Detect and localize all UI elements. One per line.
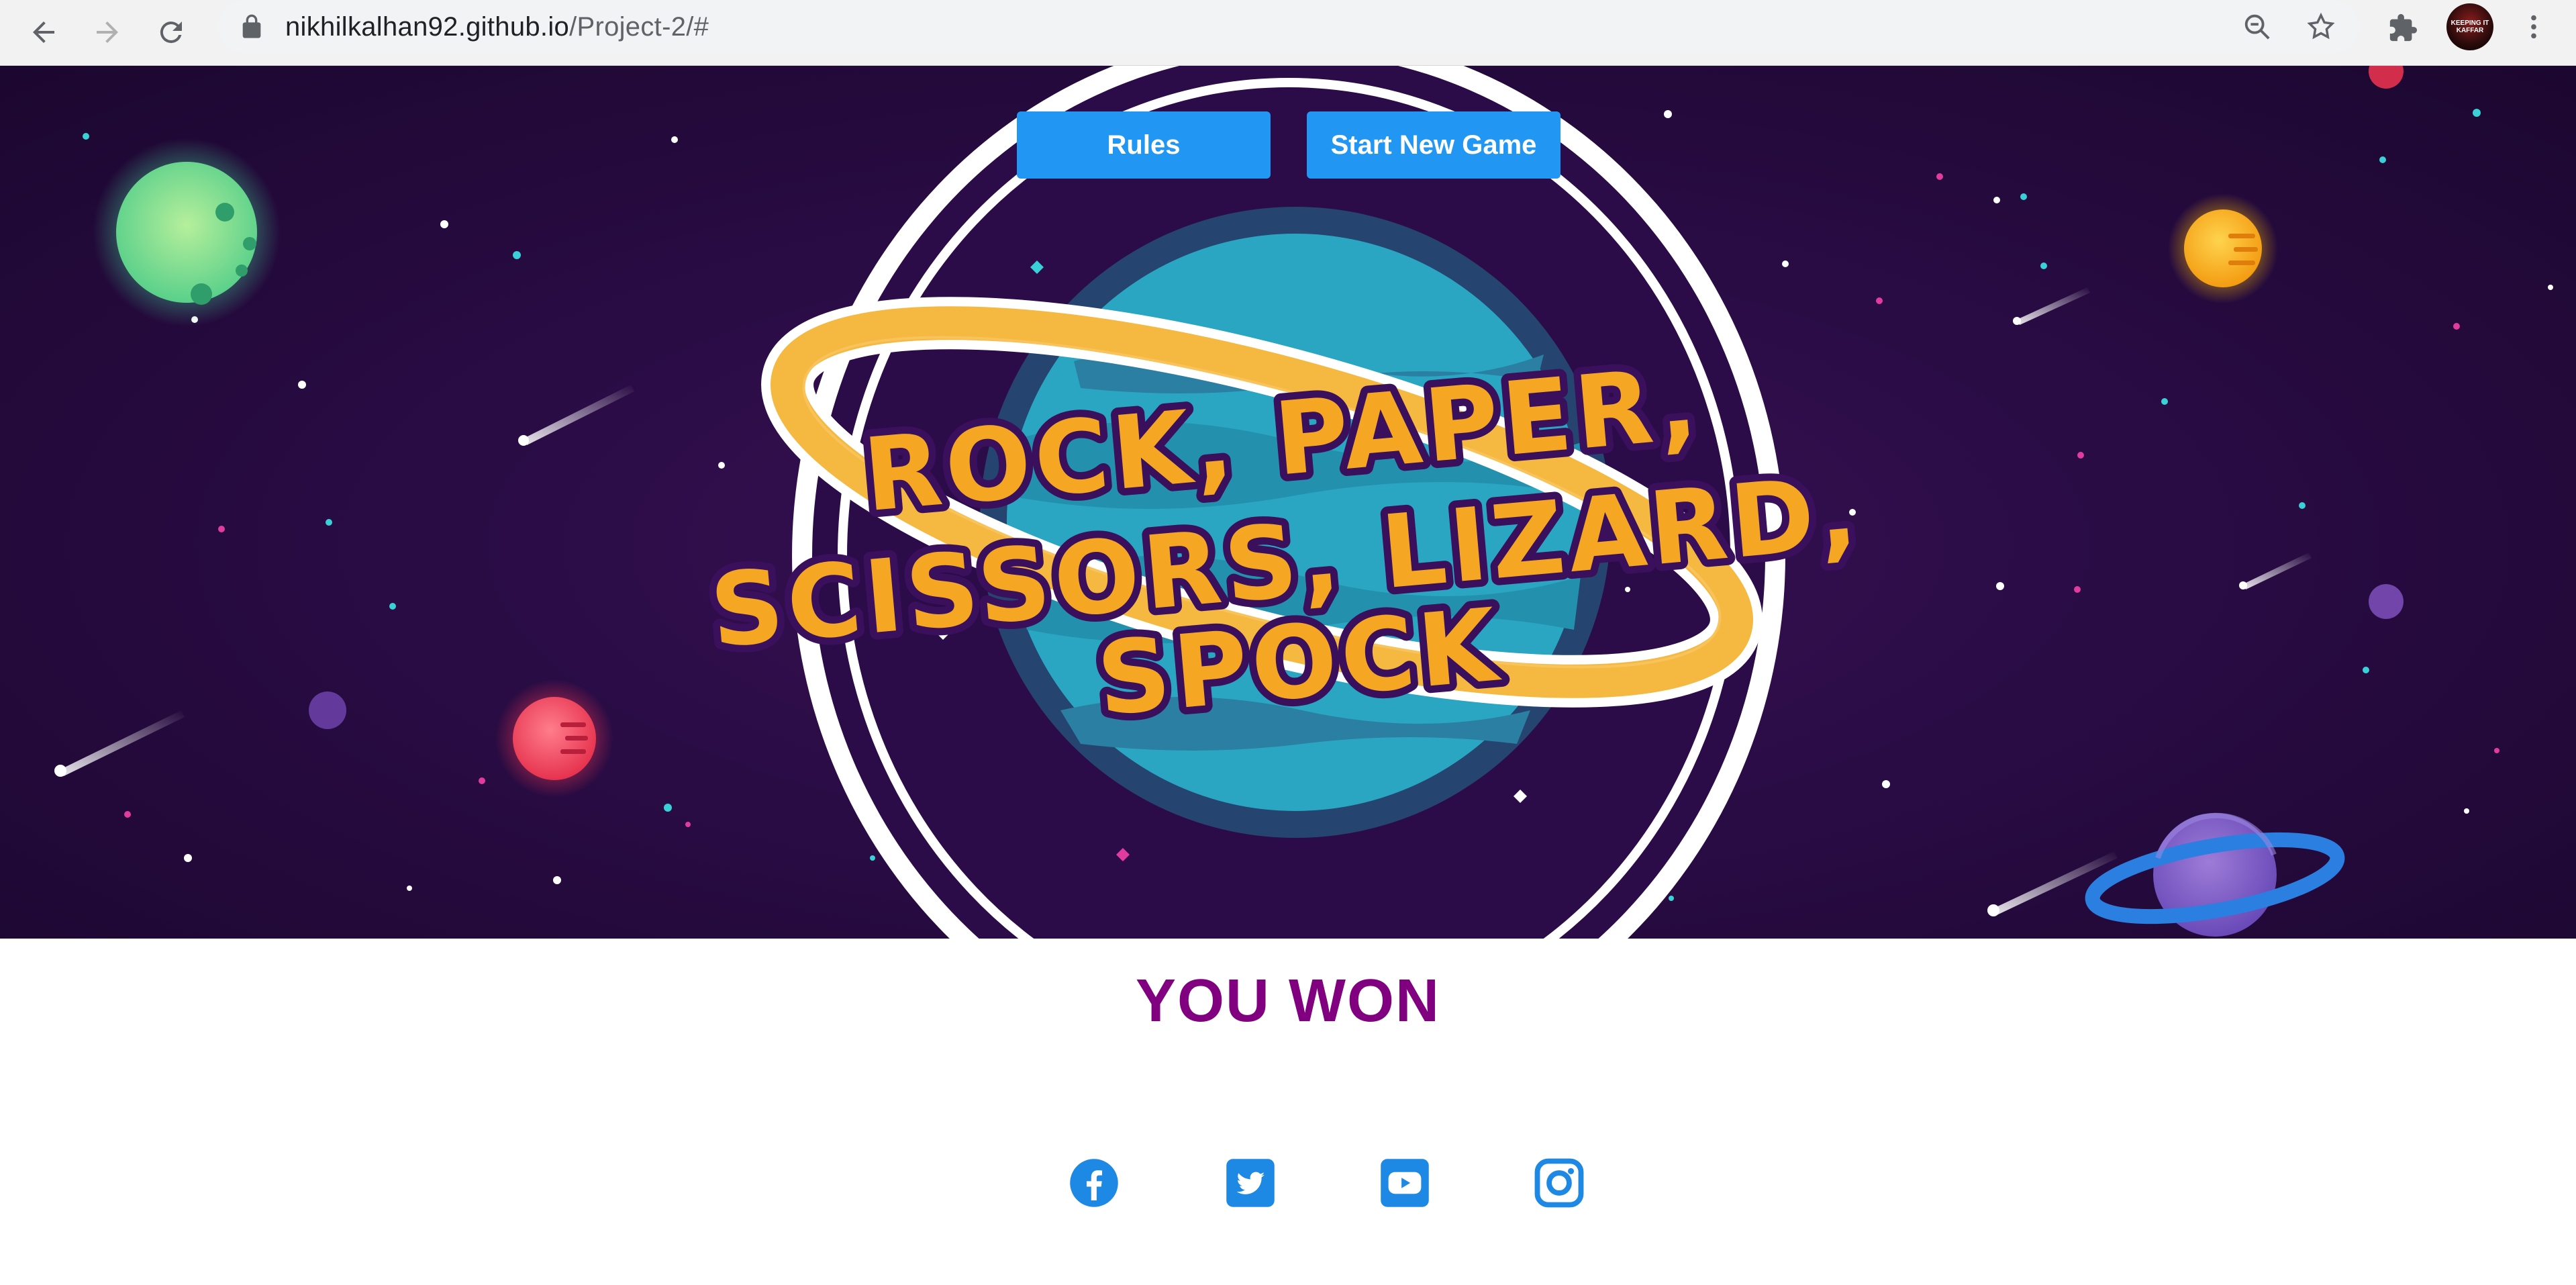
instagram-icon: [1534, 1158, 1584, 1208]
zoom-button[interactable]: [2238, 8, 2276, 46]
url-path: /Project-2/#: [569, 11, 709, 42]
rules-button[interactable]: Rules: [1017, 111, 1271, 179]
arrow-right-icon: [97, 21, 118, 43]
browser-menu-button[interactable]: [2514, 7, 2554, 47]
url-text[interactable]: nikhilkalhan92.github.io/Project-2/#: [285, 12, 709, 42]
reload-icon: [160, 21, 182, 44]
ringed-planet: [2085, 812, 2345, 937]
twitter-link[interactable]: [1224, 1156, 1277, 1210]
url-host: nikhilkalhan92.github.io: [285, 11, 570, 42]
puzzle-icon: [2389, 13, 2418, 42]
browser-toolbar: nikhilkalhan92.github.io/Project-2/# KEE…: [0, 0, 2576, 66]
more-vert-icon: [2531, 15, 2536, 39]
star-icon: [2307, 12, 2335, 40]
instagram-link[interactable]: [1532, 1156, 1586, 1210]
facebook-icon: [1070, 1159, 1118, 1207]
twitter-icon: [1226, 1159, 1275, 1207]
extensions-button[interactable]: [2383, 8, 2423, 48]
profile-avatar[interactable]: KEEPING IT KAFFAR: [2446, 3, 2493, 50]
hero-banner: ROCK, PAPER, SCISSORS, LIZARD, SPOCK Rul…: [0, 66, 2576, 939]
forward-button[interactable]: [81, 5, 134, 59]
back-button[interactable]: [17, 5, 70, 59]
reload-button[interactable]: [144, 5, 198, 59]
arrow-left-icon: [33, 21, 54, 43]
zoom-out-icon: [2244, 14, 2270, 40]
space-illustration: ROCK, PAPER, SCISSORS, LIZARD, SPOCK: [54, 66, 2553, 939]
youtube-icon: [1381, 1159, 1429, 1207]
bookmark-button[interactable]: [2302, 8, 2340, 46]
start-new-game-button[interactable]: Start New Game: [1307, 111, 1561, 179]
youtube-link[interactable]: [1378, 1156, 1432, 1210]
green-planet: [116, 162, 257, 303]
game-result: YOU WON: [1136, 967, 1440, 1035]
profile-label: KEEPING IT KAFFAR: [2450, 19, 2489, 34]
facebook-link[interactable]: [1067, 1156, 1121, 1210]
address-bar[interactable]: nikhilkalhan92.github.io/Project-2/#: [218, 0, 2359, 54]
lock-icon: [242, 14, 261, 38]
